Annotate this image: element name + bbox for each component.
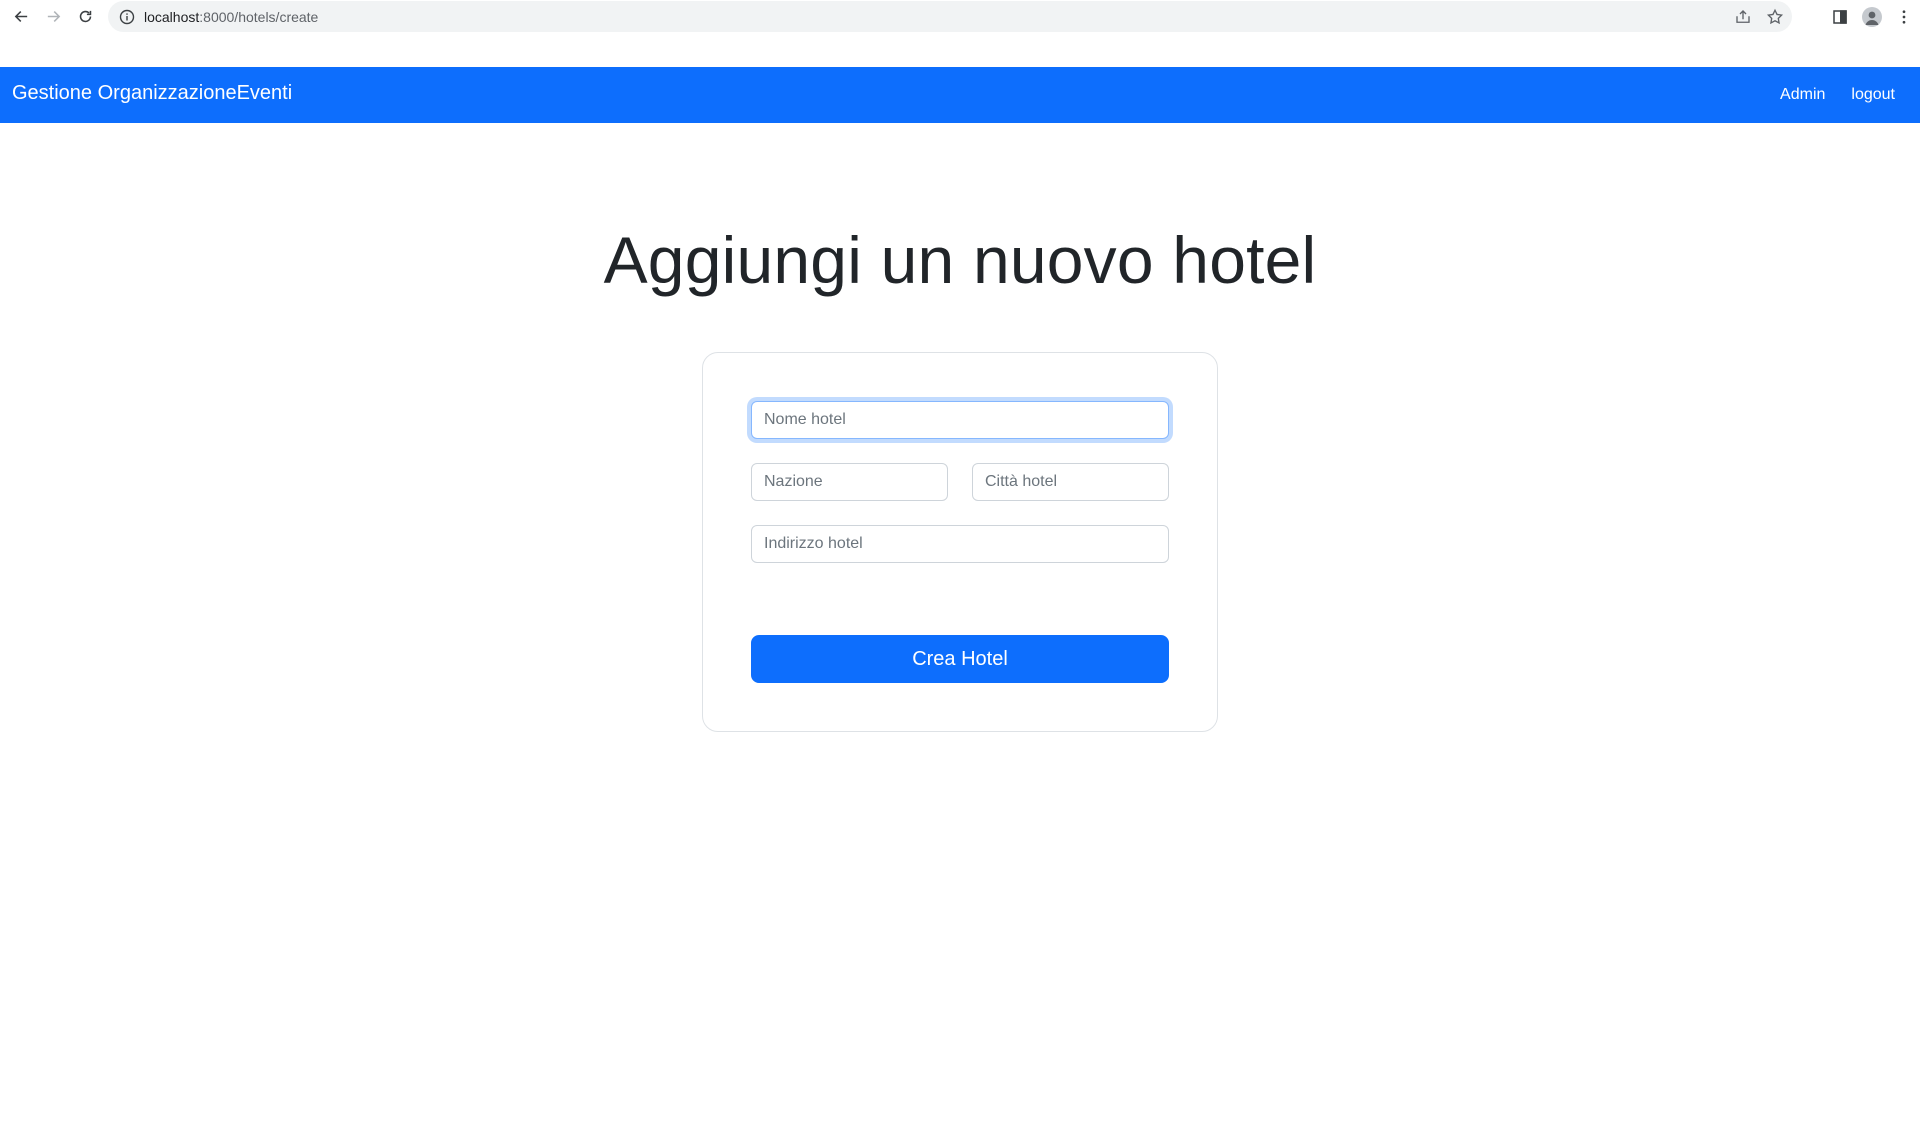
- forward-icon[interactable]: [37, 0, 69, 32]
- back-icon[interactable]: [5, 0, 37, 32]
- profile-icon[interactable]: [1856, 1, 1888, 33]
- hotel-address-input[interactable]: [751, 525, 1169, 563]
- reload-icon[interactable]: [69, 0, 101, 32]
- info-icon[interactable]: [119, 9, 135, 25]
- nav-link-admin[interactable]: Admin: [1780, 86, 1825, 104]
- browser-toolbar: localhost:8000/hotels/create: [0, 0, 1920, 33]
- hotel-country-input[interactable]: [751, 463, 948, 501]
- navbar-brand[interactable]: Gestione OrganizzazioneEventi: [12, 82, 292, 105]
- app-navbar: Gestione OrganizzazioneEventi Admin logo…: [0, 67, 1920, 123]
- page-title: Aggiungi un nuovo hotel: [603, 223, 1317, 297]
- url-text: localhost:8000/hotels/create: [144, 9, 318, 25]
- address-bar[interactable]: localhost:8000/hotels/create: [108, 1, 1792, 32]
- share-icon[interactable]: [1734, 8, 1752, 26]
- navbar-links: Admin logout: [1780, 67, 1895, 123]
- url-path: :8000/hotels/create: [199, 8, 319, 25]
- url-host: localhost: [144, 8, 200, 25]
- hotel-create-form: Crea Hotel: [702, 352, 1218, 732]
- hotel-city-input[interactable]: [972, 463, 1169, 501]
- hotel-name-input[interactable]: [751, 401, 1169, 439]
- bookmark-star-icon[interactable]: [1766, 8, 1784, 26]
- side-panel-icon[interactable]: [1824, 1, 1856, 33]
- create-hotel-button[interactable]: Crea Hotel: [751, 635, 1169, 683]
- nav-link-logout[interactable]: logout: [1851, 86, 1895, 104]
- menu-dots-icon[interactable]: [1888, 1, 1920, 33]
